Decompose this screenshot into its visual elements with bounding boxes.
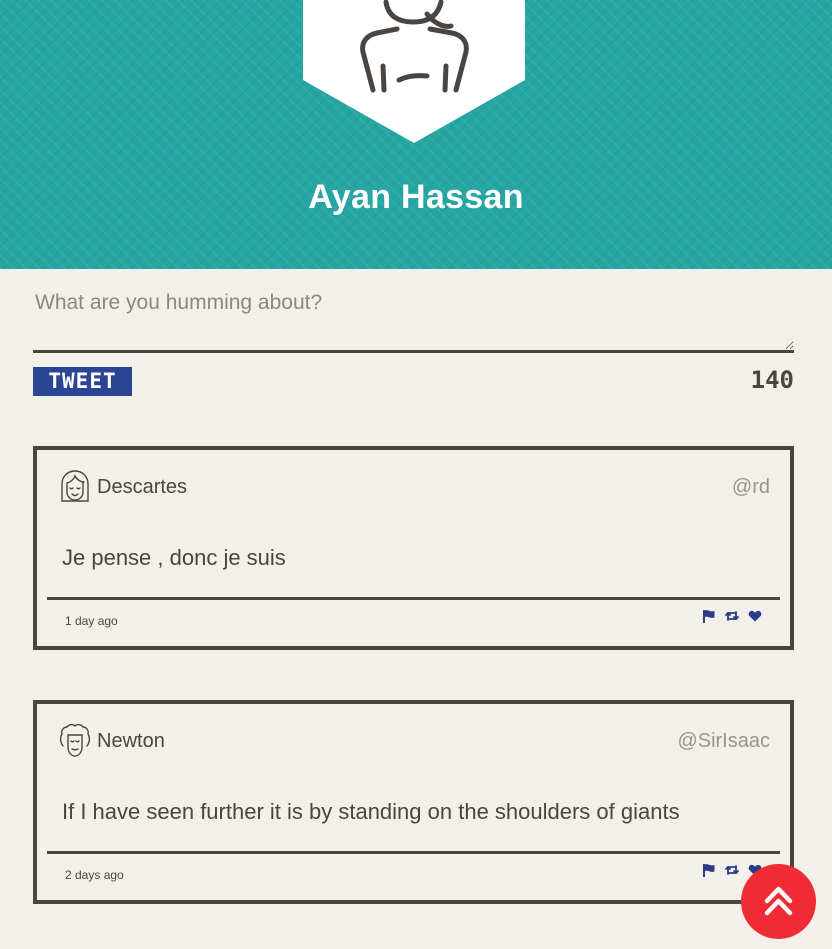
- tweet-text: Je pense , donc je suis: [62, 545, 286, 570]
- tweet-timestamp: 2 days ago: [65, 868, 124, 882]
- profile-name: Ayan Hassan: [308, 178, 524, 216]
- user-silhouette-icon: [303, 0, 525, 143]
- flag-icon[interactable]: [702, 863, 716, 877]
- scroll-to-top-button[interactable]: [741, 864, 816, 939]
- retweet-icon[interactable]: [725, 863, 739, 877]
- flag-icon[interactable]: [702, 609, 716, 623]
- retweet-icon[interactable]: [725, 609, 739, 623]
- tweet-card: Newton @SirIsaac If I have seen further …: [33, 700, 794, 904]
- double-chevron-up-icon: [764, 886, 793, 916]
- tweet-card: Descartes @rd Je pense , donc je suis 1 …: [33, 446, 794, 650]
- tweet-author[interactable]: Descartes: [97, 476, 187, 499]
- profile-header: Ayan Hassan: [0, 0, 832, 269]
- newton-avatar-icon: [59, 724, 91, 757]
- tweet-handle[interactable]: @rd: [732, 476, 770, 499]
- descartes-avatar-icon: [61, 470, 89, 502]
- tweet-handle[interactable]: @SirIsaac: [677, 730, 770, 753]
- profile-badge: [303, 0, 525, 150]
- tweet-text: If I have seen further it is by standing…: [62, 799, 680, 824]
- tweet-author[interactable]: Newton: [97, 730, 165, 753]
- tweet-divider: [47, 851, 780, 854]
- character-counter: 140: [750, 366, 794, 394]
- compose-input[interactable]: [33, 283, 794, 353]
- tweet-button[interactable]: TWEET: [33, 367, 132, 396]
- tweet-divider: [47, 597, 780, 600]
- tweet-actions: [702, 609, 762, 623]
- tweet-timestamp: 1 day ago: [65, 614, 118, 628]
- heart-icon[interactable]: [748, 609, 762, 623]
